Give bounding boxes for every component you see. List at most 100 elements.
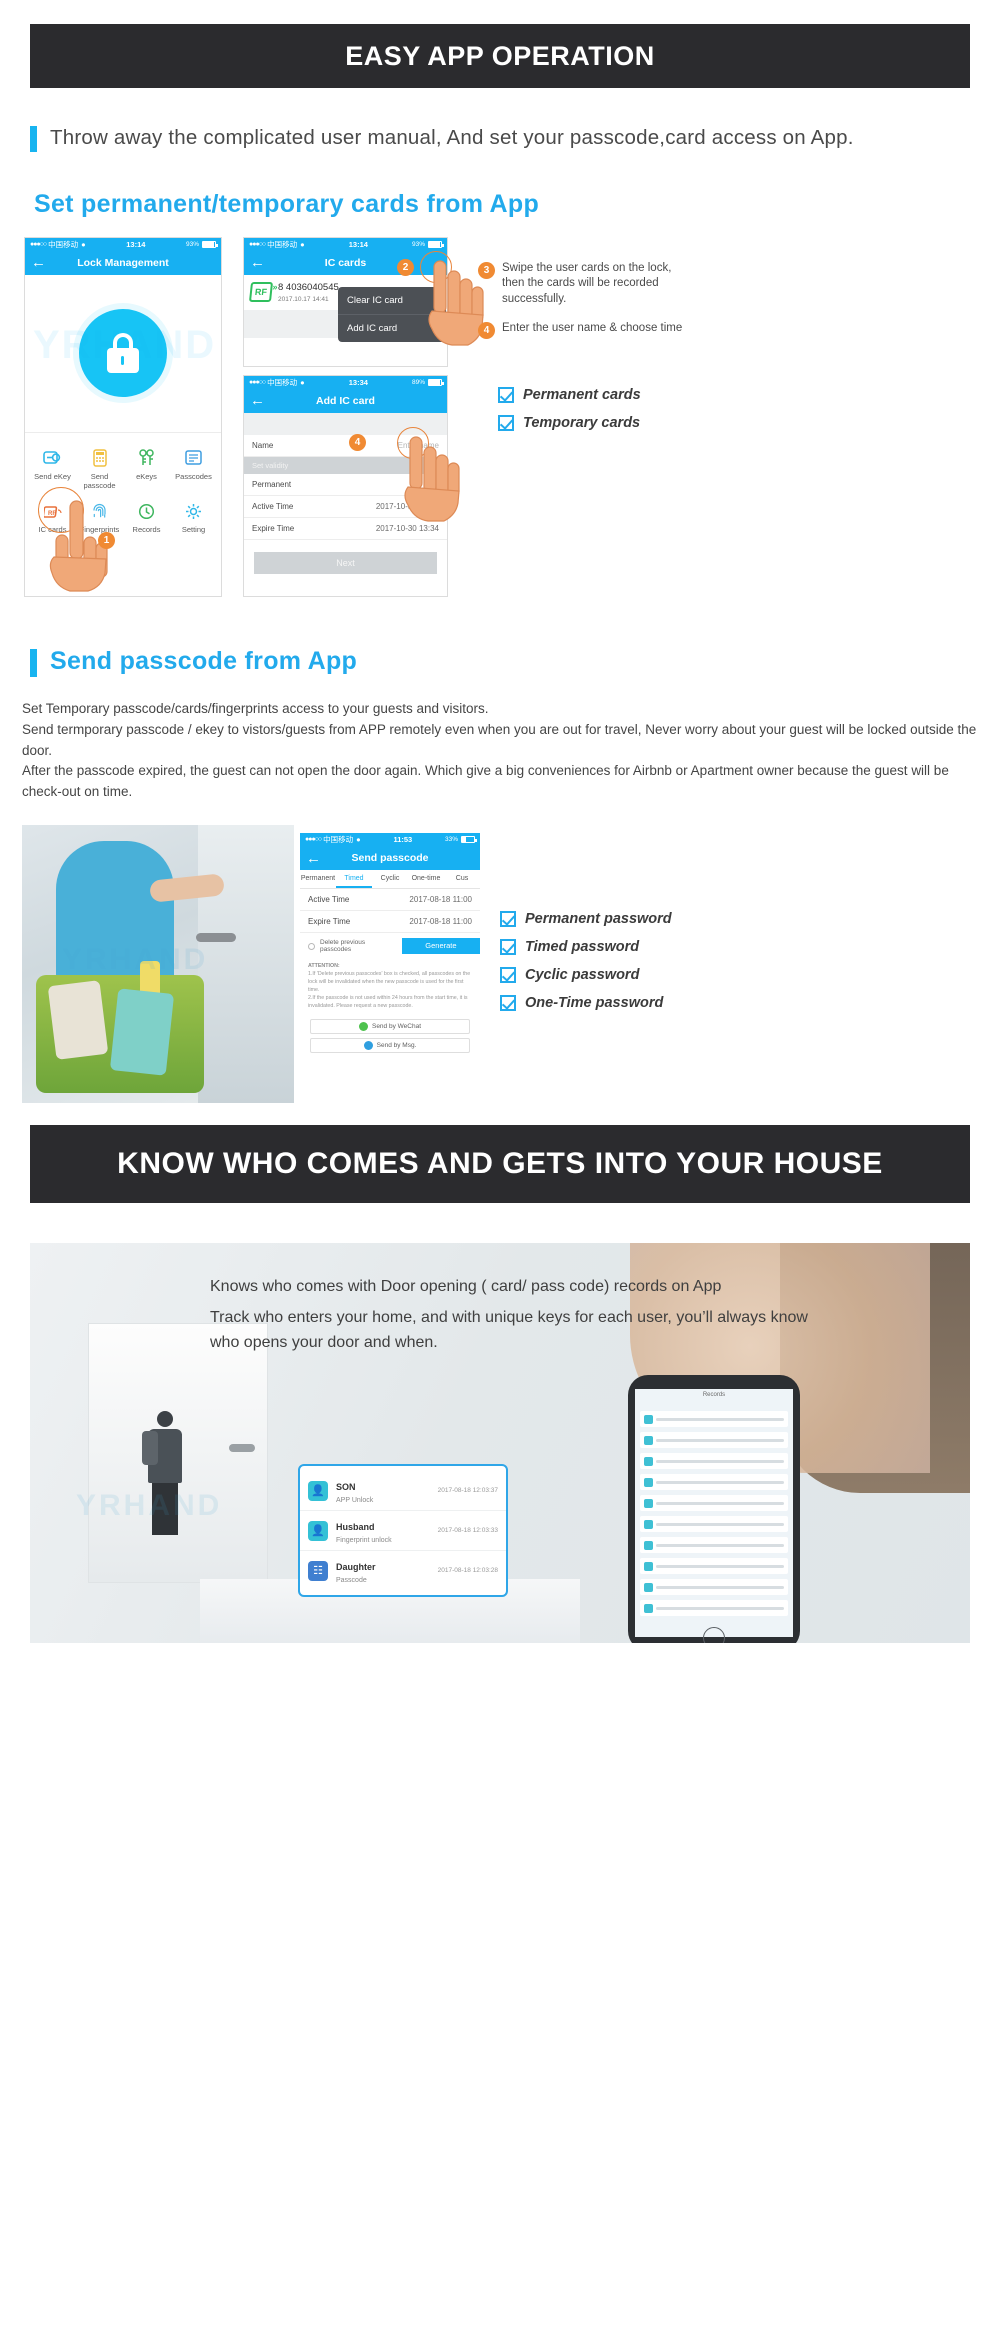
padlock-icon [106, 333, 140, 374]
field-value: 2017-08-18 11:00 [409, 917, 472, 927]
wifi-icon: ● [356, 835, 361, 845]
check-permanent-cards: Permanent cards [498, 386, 641, 403]
record-time: 2017-08-18 12:03:28 [437, 1567, 498, 1575]
nav-title: Lock Management [77, 256, 169, 269]
grid-item-send-passcode[interactable]: Send passcode [76, 447, 123, 491]
grid-label: Fingerprints [79, 525, 120, 535]
back-arrow-icon[interactable]: ← [31, 255, 46, 270]
check-permanent-password: Permanent password [500, 911, 672, 928]
section-set-cards: ●●●○○ 中国移动 ● 13:14 93% ← Lock Management… [0, 236, 1000, 597]
step-3-text: Swipe the user cards on the lock, then t… [502, 261, 672, 305]
attention-line-1: 1.If 'Delete previous passcodes' box is … [308, 971, 471, 994]
tab-timed[interactable]: Timed [336, 870, 372, 889]
status-bar: ●●●○○ 中国移动 ● 13:14 93% [25, 237, 221, 251]
tab-one-time[interactable]: One-time [408, 870, 444, 888]
menu-item-add-ic-card[interactable]: Add IC card [338, 313, 446, 342]
generate-button[interactable]: Generate [401, 938, 480, 955]
accent-bar [30, 126, 37, 152]
status-time: 13:14 [348, 239, 368, 249]
grid-item-records[interactable]: Records [123, 500, 170, 534]
record-name: Daughter [336, 1562, 376, 1573]
signal-dots-icon: ●●●○○ [249, 378, 266, 386]
back-arrow-icon[interactable]: ← [250, 393, 265, 408]
check-label: Timed password [525, 939, 640, 956]
product-detail-page: EASY APP OPERATION Throw away the compli… [0, 24, 1000, 1644]
check-label: One-Time password [525, 995, 664, 1012]
field-label: Name [252, 440, 274, 450]
section-banner-know-who: KNOW WHO COMES AND GETS INTO YOUR HOUSE [30, 1125, 970, 1204]
battery-icon [428, 240, 444, 248]
table-row[interactable]: ☷ Daughter Passcode 2017-08-18 12:03:28 [300, 1551, 506, 1590]
list-item[interactable] [640, 1516, 788, 1533]
list-item[interactable] [640, 1579, 788, 1596]
card-date: 2017.10.17 14:41 [278, 295, 329, 303]
field-expire-time[interactable]: Expire Time 2017-08-18 11:00 [300, 911, 480, 934]
door-handle [229, 1444, 255, 1453]
status-time: 13:14 [126, 239, 146, 249]
grid-item-setting[interactable]: Setting [170, 500, 217, 534]
field-active-time[interactable]: Active Time 2017-10-30 13:34 [244, 495, 447, 518]
tap-highlight-ring-4 [397, 426, 429, 459]
send-by-wechat-button[interactable]: Send by WeChat [310, 1018, 470, 1034]
records-highlight-card: 👤 SON APP Unlock 2017-08-18 12:03:37 👤 H… [298, 1464, 508, 1598]
unlock-button[interactable] [79, 309, 167, 398]
field-permanent[interactable]: Permanent [244, 473, 447, 496]
list-item[interactable] [640, 1453, 788, 1470]
wifi-icon: ● [300, 377, 305, 387]
accent-bar [30, 648, 37, 677]
record-name: SON [336, 1482, 356, 1493]
table-row[interactable]: 👤 Husband Fingerprint unlock 2017-08-18 … [300, 1511, 506, 1552]
list-item[interactable] [640, 1474, 788, 1491]
field-expire-time[interactable]: Expire Time 2017-10-30 13:34 [244, 517, 447, 540]
card-type-checklist: Permanent cards Temporary cards [498, 386, 641, 443]
carrier-label: 中国移动 [323, 835, 354, 845]
checkbox-checked-icon [500, 967, 516, 984]
back-arrow-icon[interactable]: ← [306, 851, 321, 866]
section2-text: Set Temporary passcode/cards/fingerprint… [22, 699, 982, 804]
step-bubble-2: 2 [397, 258, 414, 276]
nav-title: Add IC card [316, 394, 375, 407]
list-item[interactable] [640, 1432, 788, 1449]
nav-bar: ← Send passcode [300, 846, 480, 871]
carrier-label: 中国移动 [267, 377, 298, 387]
home-button[interactable] [703, 1627, 725, 1644]
record-method: Fingerprint unlock [336, 1537, 392, 1545]
list-item[interactable] [640, 1495, 788, 1512]
menu-item-clear-ic-card[interactable]: Clear IC card [338, 287, 446, 314]
tab-custom[interactable]: Cus [444, 870, 480, 888]
section3-text: Knows who comes with Door opening ( card… [210, 1275, 810, 1355]
user-avatar-icon: 👤 [308, 1520, 328, 1541]
next-button[interactable]: Next [254, 551, 437, 574]
attention-title: ATTENTION: [308, 963, 340, 970]
table-row[interactable]: 👤 SON APP Unlock 2017-08-18 12:03:37 [300, 1471, 506, 1512]
grid-item-ekeys[interactable]: eKeys [123, 447, 170, 491]
phone-send-passcode: ●●●○○ 中国移动 ● 11:53 33% ← Send passcode P… [300, 833, 480, 1106]
battery-percent: 93% [185, 240, 199, 248]
list-item[interactable] [640, 1411, 788, 1428]
battery-percent: 93% [411, 240, 425, 248]
grid-item-send-ekey[interactable]: Send eKey [29, 447, 76, 491]
check-label: Permanent cards [523, 386, 641, 403]
tab-cyclic[interactable]: Cyclic [372, 870, 408, 888]
field-label: Active Time [252, 501, 294, 511]
lock-unlock-area[interactable]: YRHAND [25, 275, 221, 433]
list-item[interactable] [640, 1558, 788, 1575]
step-bubble-4: 4 [349, 433, 366, 451]
grid-item-passcodes[interactable]: Passcodes [170, 447, 217, 491]
step-bubble-4b: 4 [478, 321, 495, 339]
intro-block: Throw away the complicated user manual, … [30, 124, 1000, 152]
send-by-message-button[interactable]: Send by Msg. [310, 1037, 470, 1053]
tab-permanent[interactable]: Permanent [300, 870, 336, 888]
rf-card-icon: RF [248, 281, 274, 302]
back-arrow-icon[interactable]: ← [250, 255, 265, 270]
nav-title: IC cards [324, 256, 367, 269]
user-avatar-icon: 👤 [308, 1480, 328, 1501]
delete-previous-passcodes-row[interactable]: Delete previous passcodes [300, 933, 402, 959]
list-item[interactable] [640, 1537, 788, 1554]
nav-bar: ← IC cards [244, 250, 447, 275]
checkbox-icon[interactable] [308, 942, 315, 950]
field-active-time[interactable]: Active Time 2017-08-18 11:00 [300, 889, 480, 912]
field-value: 2017-08-18 11:00 [409, 895, 472, 905]
list-item[interactable] [640, 1600, 788, 1617]
section-banner-easy-app-operation: EASY APP OPERATION [30, 24, 970, 88]
